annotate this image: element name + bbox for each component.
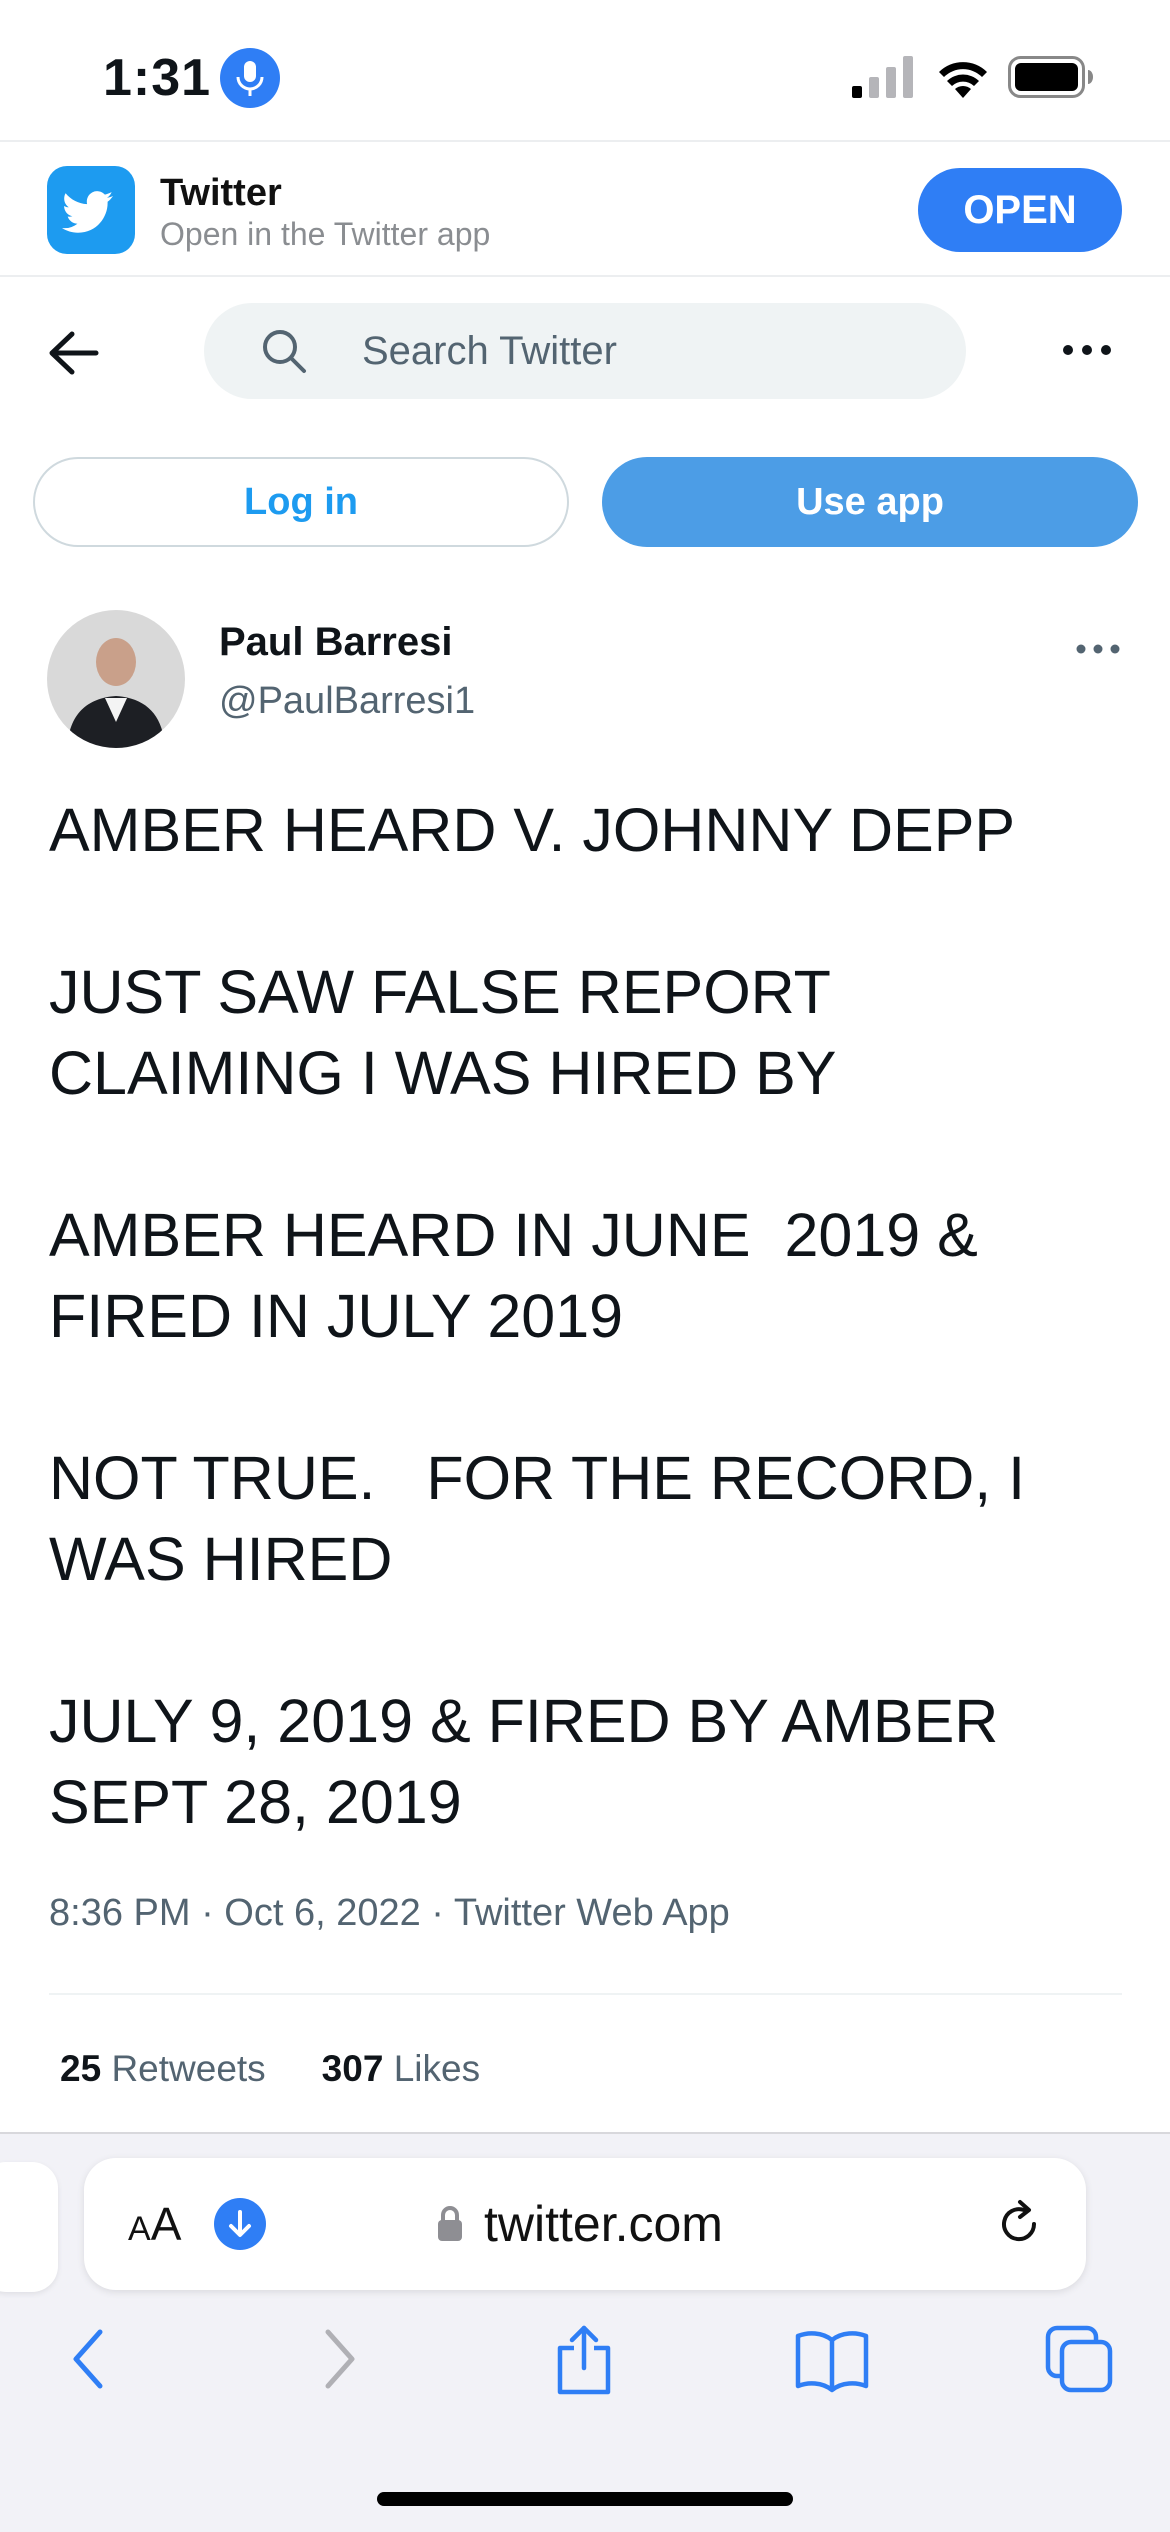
login-button[interactable]: Log in xyxy=(33,457,569,547)
lock-icon xyxy=(438,2206,462,2241)
likes-count: 307 xyxy=(321,2048,384,2089)
reload-icon[interactable] xyxy=(994,2198,1046,2250)
divider xyxy=(49,1993,1122,1995)
aa-small: A xyxy=(128,2210,151,2248)
tweet-more-icon[interactable] xyxy=(1076,640,1120,658)
app-subtitle: Open in the Twitter app xyxy=(160,216,491,252)
wifi-icon xyxy=(939,62,987,98)
status-time: 1:31 xyxy=(103,49,212,107)
retweets-count: 25 xyxy=(60,2048,102,2089)
aa-large: A xyxy=(150,2198,182,2250)
open-app-button[interactable]: OPEN xyxy=(918,168,1122,252)
battery-icon xyxy=(1008,56,1093,98)
reader-settings-button[interactable]: AA xyxy=(128,2158,181,2295)
tabs-icon[interactable] xyxy=(1044,2322,1116,2396)
author-name[interactable]: Paul Barresi xyxy=(219,620,452,665)
likes-stat[interactable]: 307 Likes xyxy=(322,2048,480,2089)
status-bar: 1:31 xyxy=(0,0,1170,140)
retweets-label: Retweets xyxy=(111,2048,266,2089)
tweet-timestamp[interactable]: 8:36 PM · Oct 6, 2022 · Twitter Web App xyxy=(49,1892,730,1935)
tweet-text: AMBER HEARD V. JOHNNY DEPP JUST SAW FALS… xyxy=(49,796,1026,1836)
bookmarks-icon[interactable] xyxy=(794,2322,870,2396)
back-arrow-icon[interactable] xyxy=(46,328,102,378)
app-banner: Twitter Open in the Twitter app OPEN xyxy=(0,140,1170,277)
likes-label: Likes xyxy=(393,2048,481,2089)
retweets-stat[interactable]: 25 Retweets xyxy=(60,2048,266,2089)
avatar[interactable] xyxy=(47,610,185,748)
app-name: Twitter xyxy=(160,172,282,214)
address-bar[interactable]: AA twitter.com xyxy=(84,2158,1086,2290)
home-indicator[interactable] xyxy=(377,2492,793,2506)
search-input[interactable]: Search Twitter xyxy=(204,303,966,399)
search-icon xyxy=(263,330,306,373)
chevron-right-icon[interactable] xyxy=(318,2322,362,2396)
mic-icon xyxy=(220,48,280,108)
download-icon[interactable] xyxy=(214,2198,266,2250)
use-app-button[interactable]: Use app xyxy=(602,457,1138,547)
previous-tab[interactable] xyxy=(0,2162,58,2292)
url-text[interactable]: twitter.com xyxy=(484,2158,723,2290)
tweet-stats: 25 Retweets 307 Likes xyxy=(60,2048,480,2090)
signal-icon xyxy=(852,56,913,98)
author-handle[interactable]: @PaulBarresi1 xyxy=(219,680,475,723)
more-icon[interactable] xyxy=(1062,340,1112,360)
twitter-bird-icon xyxy=(47,166,135,254)
search-placeholder: Search Twitter xyxy=(362,329,617,373)
chevron-left-icon[interactable] xyxy=(66,2322,110,2396)
share-icon[interactable] xyxy=(552,2322,616,2396)
